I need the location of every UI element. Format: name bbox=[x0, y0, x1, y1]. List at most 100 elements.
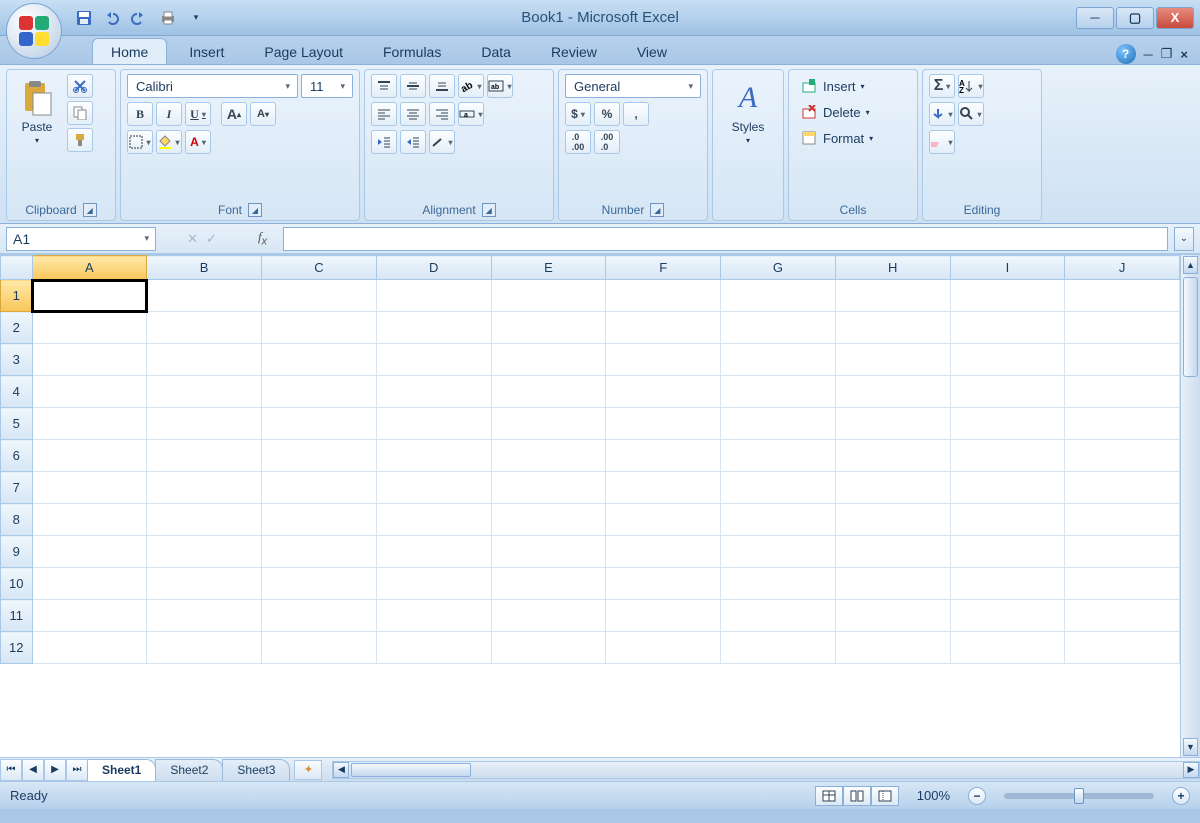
cell[interactable] bbox=[721, 408, 836, 440]
page-break-view-button[interactable] bbox=[871, 786, 899, 806]
shrink-font-button[interactable]: A▾ bbox=[250, 102, 276, 126]
cell[interactable] bbox=[32, 280, 147, 312]
cell[interactable] bbox=[491, 600, 606, 632]
office-button[interactable] bbox=[6, 3, 62, 59]
cell[interactable] bbox=[1065, 536, 1180, 568]
cell[interactable] bbox=[32, 440, 147, 472]
cell[interactable] bbox=[147, 472, 262, 504]
doc-close-button[interactable]: × bbox=[1180, 47, 1188, 62]
cancel-formula-icon[interactable]: ✕ bbox=[183, 231, 202, 247]
cell[interactable] bbox=[32, 344, 147, 376]
cell[interactable] bbox=[835, 344, 950, 376]
cell[interactable] bbox=[606, 536, 721, 568]
cell[interactable] bbox=[262, 600, 377, 632]
cell[interactable] bbox=[950, 376, 1065, 408]
print-button[interactable] bbox=[156, 6, 180, 30]
zoom-in-button[interactable]: + bbox=[1172, 787, 1190, 805]
cell[interactable] bbox=[147, 344, 262, 376]
row-header[interactable]: 3 bbox=[1, 344, 33, 376]
column-header[interactable]: D bbox=[376, 256, 491, 280]
clipboard-launcher[interactable]: ◢ bbox=[83, 203, 97, 217]
fill-button[interactable] bbox=[929, 102, 955, 126]
cell[interactable] bbox=[721, 472, 836, 504]
scroll-down-button[interactable]: ▼ bbox=[1183, 738, 1198, 756]
cell[interactable] bbox=[262, 280, 377, 312]
sheet-tab[interactable]: Sheet3 bbox=[222, 759, 290, 781]
normal-view-button[interactable] bbox=[815, 786, 843, 806]
cell[interactable] bbox=[491, 344, 606, 376]
cell[interactable] bbox=[32, 504, 147, 536]
new-sheet-button[interactable]: ✦ bbox=[294, 760, 322, 780]
cell[interactable] bbox=[835, 472, 950, 504]
cell[interactable] bbox=[606, 312, 721, 344]
formula-input[interactable] bbox=[283, 227, 1168, 251]
cell[interactable] bbox=[606, 504, 721, 536]
minimize-button[interactable]: ─ bbox=[1076, 7, 1114, 29]
align-top-button[interactable] bbox=[371, 74, 397, 98]
decrease-indent-button[interactable] bbox=[371, 130, 397, 154]
sheet-nav-last-button[interactable]: ⏭ bbox=[66, 759, 88, 781]
delete-cells-button[interactable]: Delete▾ bbox=[795, 100, 877, 124]
sheet-tab[interactable]: Sheet1 bbox=[87, 759, 156, 781]
cell[interactable] bbox=[1065, 504, 1180, 536]
row-header[interactable]: 4 bbox=[1, 376, 33, 408]
insert-cells-button[interactable]: Insert▾ bbox=[795, 74, 872, 98]
cell[interactable] bbox=[262, 344, 377, 376]
number-launcher[interactable]: ◢ bbox=[650, 203, 664, 217]
cell[interactable] bbox=[262, 408, 377, 440]
cell[interactable] bbox=[491, 504, 606, 536]
cell[interactable] bbox=[491, 472, 606, 504]
align-left-button[interactable] bbox=[371, 102, 397, 126]
cut-button[interactable] bbox=[67, 74, 93, 98]
row-header[interactable]: 10 bbox=[1, 568, 33, 600]
cell[interactable] bbox=[376, 344, 491, 376]
cell[interactable] bbox=[1065, 472, 1180, 504]
tab-page-layout[interactable]: Page Layout bbox=[246, 39, 361, 64]
enter-formula-icon[interactable]: ✓ bbox=[202, 231, 221, 247]
tab-data[interactable]: Data bbox=[463, 39, 529, 64]
cell[interactable] bbox=[376, 280, 491, 312]
column-header[interactable]: E bbox=[491, 256, 606, 280]
cell[interactable] bbox=[1065, 440, 1180, 472]
cell[interactable] bbox=[32, 408, 147, 440]
cell[interactable] bbox=[606, 376, 721, 408]
row-header[interactable]: 8 bbox=[1, 504, 33, 536]
cell[interactable] bbox=[376, 536, 491, 568]
format-painter-button[interactable] bbox=[67, 128, 93, 152]
clear-button[interactable] bbox=[929, 130, 955, 154]
autosum-button[interactable]: Σ bbox=[929, 74, 955, 98]
cell[interactable] bbox=[835, 568, 950, 600]
cell[interactable] bbox=[262, 472, 377, 504]
alignment-launcher[interactable]: ◢ bbox=[482, 203, 496, 217]
cell[interactable] bbox=[950, 312, 1065, 344]
column-header[interactable]: F bbox=[606, 256, 721, 280]
cell[interactable] bbox=[950, 536, 1065, 568]
cell[interactable] bbox=[147, 504, 262, 536]
cell[interactable] bbox=[262, 536, 377, 568]
number-format-combo[interactable]: General▾ bbox=[565, 74, 701, 98]
cell[interactable] bbox=[721, 312, 836, 344]
cell[interactable] bbox=[721, 344, 836, 376]
zoom-value[interactable]: 100% bbox=[909, 788, 958, 803]
cell[interactable] bbox=[1065, 344, 1180, 376]
fx-icon[interactable]: fx bbox=[248, 229, 277, 248]
sheet-nav-first-button[interactable]: ⏮ bbox=[0, 759, 22, 781]
row-header[interactable]: 12 bbox=[1, 632, 33, 664]
cell[interactable] bbox=[721, 376, 836, 408]
cell[interactable] bbox=[491, 408, 606, 440]
cell[interactable] bbox=[376, 312, 491, 344]
row-header[interactable]: 11 bbox=[1, 600, 33, 632]
cell[interactable] bbox=[950, 440, 1065, 472]
sort-filter-button[interactable]: AZ bbox=[958, 74, 984, 98]
font-launcher[interactable]: ◢ bbox=[248, 203, 262, 217]
cell[interactable] bbox=[1065, 280, 1180, 312]
cell[interactable] bbox=[950, 504, 1065, 536]
doc-restore-button[interactable]: ❐ bbox=[1161, 46, 1173, 62]
help-icon[interactable]: ? bbox=[1116, 44, 1136, 64]
format-cells-button[interactable]: Format▾ bbox=[795, 126, 880, 150]
align-center-button[interactable] bbox=[400, 102, 426, 126]
cell[interactable] bbox=[147, 376, 262, 408]
sheet-tab[interactable]: Sheet2 bbox=[155, 759, 223, 781]
cell[interactable] bbox=[147, 440, 262, 472]
column-header[interactable]: G bbox=[721, 256, 836, 280]
